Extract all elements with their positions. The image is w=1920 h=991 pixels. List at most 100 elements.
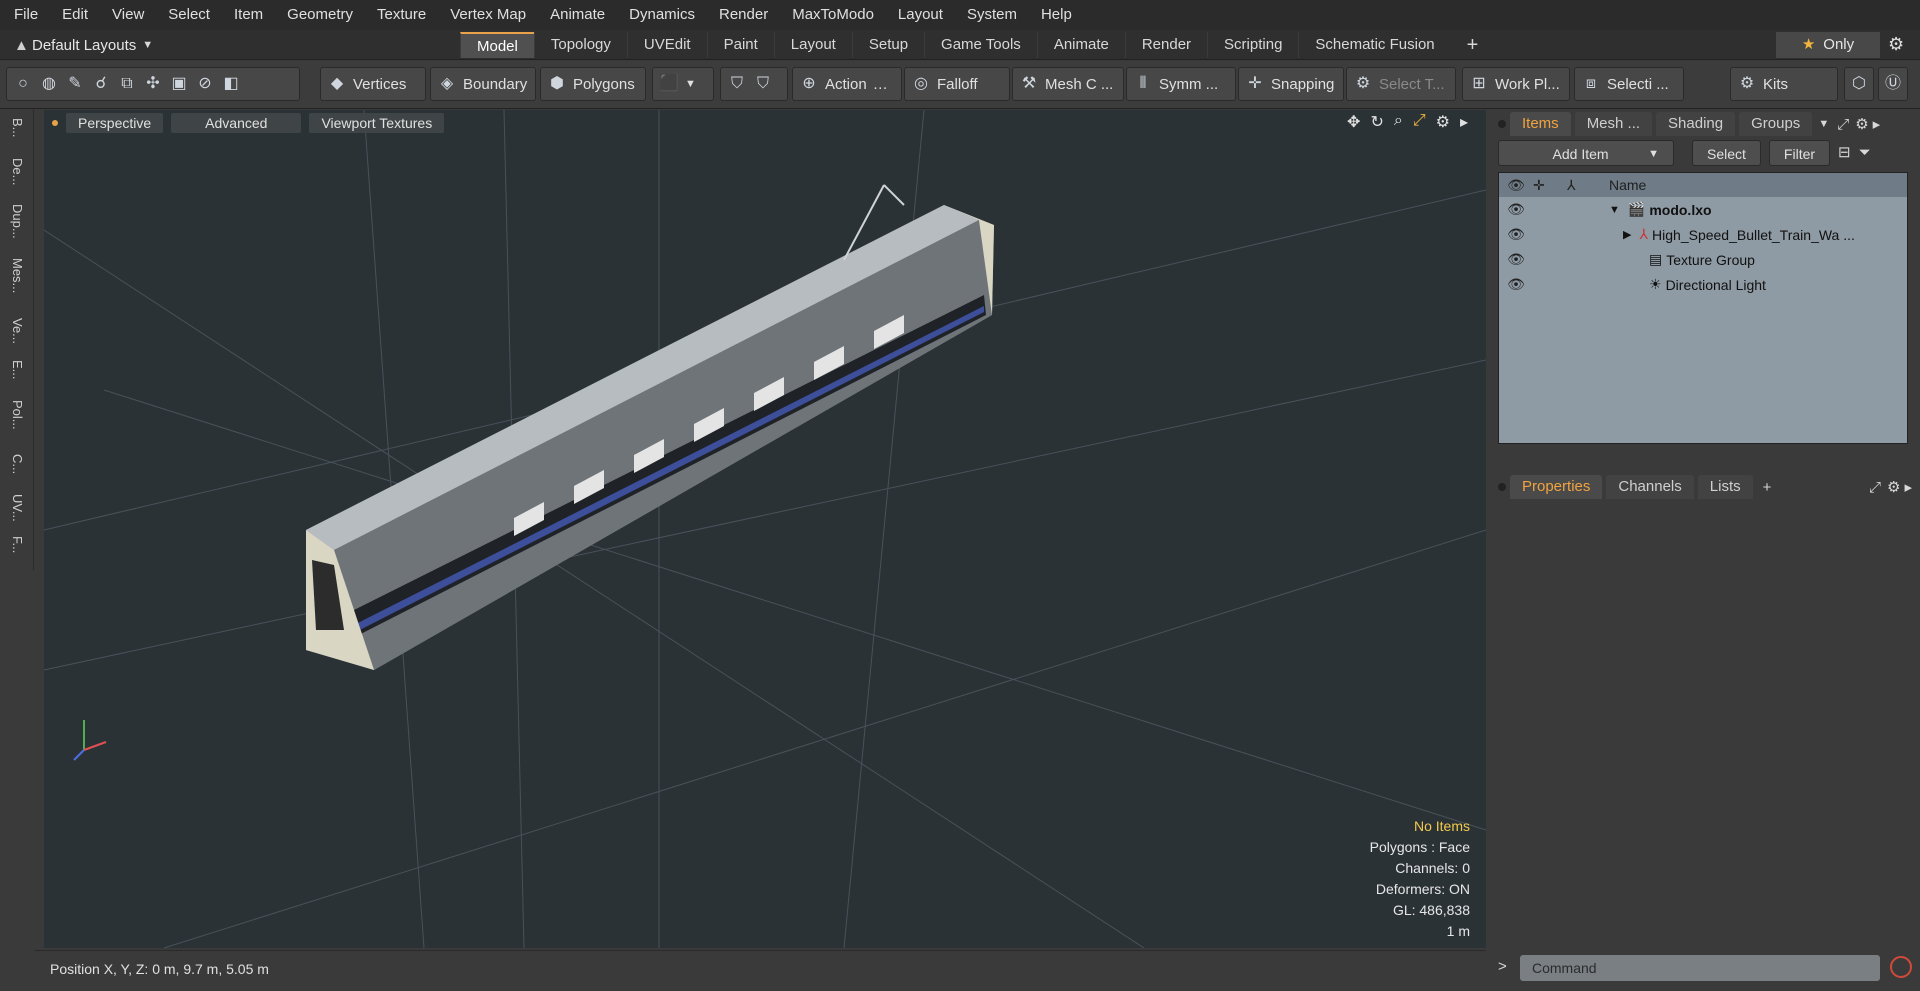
expand-arrow-icon[interactable]: ▼ (1609, 204, 1620, 216)
polygons-button[interactable]: ⬢ Polygons (540, 67, 646, 101)
vtab-uv[interactable]: UV... (6, 494, 28, 522)
globe-icon[interactable]: ◍ (39, 74, 59, 94)
symmetry-shield-group[interactable]: ⛉ ⛉ (720, 67, 788, 101)
item-list[interactable]: 👁 ✛ ⅄ Name 👁 ▼ 🎬 modo.lxo 👁 ▶ ⅄ High_Spe… (1498, 172, 1908, 444)
transform-icon[interactable]: ✣ (143, 74, 163, 94)
zoom-icon[interactable]: ⌕ (1394, 112, 1403, 132)
tab-layout[interactable]: Layout (773, 32, 852, 58)
kits-button[interactable]: ⚙ Kits (1730, 67, 1838, 101)
add-tab-icon[interactable]: + (1451, 32, 1495, 58)
command-input[interactable]: Command (1520, 955, 1880, 981)
eye-icon[interactable]: 👁 (1499, 251, 1533, 268)
lasso-icon[interactable]: ☌ (91, 74, 111, 94)
vtab-mesh-edit[interactable]: Mes... (6, 258, 28, 293)
eye-icon[interactable]: 👁 (1499, 177, 1533, 194)
link-icon[interactable]: ⧉ (117, 74, 137, 94)
tab-mesh[interactable]: Mesh ... (1574, 112, 1653, 136)
action-center-button[interactable]: ⊕ Action… (792, 67, 902, 101)
add-item-button[interactable]: Add Item ▼ (1498, 140, 1674, 166)
menu-select[interactable]: Select (154, 0, 220, 30)
layouts-dropdown[interactable]: ▲ Default Layouts ▼ (8, 30, 153, 60)
maximize-icon[interactable]: ⤢ (1413, 112, 1426, 132)
vtab-polygon[interactable]: Pol... (6, 400, 28, 430)
frame-icon[interactable]: ▣ (169, 74, 189, 94)
list-item[interactable]: 👁 ☀ Directional Light (1499, 272, 1907, 297)
list-item[interactable]: 👁 ▤ Texture Group (1499, 247, 1907, 272)
tab-uvedit[interactable]: UVEdit (626, 32, 707, 58)
tab-game-tools[interactable]: Game Tools (924, 32, 1037, 58)
move-view-icon[interactable]: ✥ (1347, 112, 1360, 132)
3d-viewport[interactable]: Perspective Advanced Viewport Textures ✥… (44, 110, 1486, 948)
menu-geometry[interactable]: Geometry (273, 0, 363, 30)
up-arrow-icon[interactable]: ▲ (14, 37, 29, 54)
tab-setup[interactable]: Setup (851, 32, 924, 58)
selection-sets-button[interactable]: ⧈ Selecti ... (1574, 67, 1684, 101)
menu-maxtomodo[interactable]: MaxToModo (778, 0, 884, 30)
tab-paint[interactable]: Paint (706, 32, 774, 58)
falloff-button[interactable]: ◎ Falloff (904, 67, 1010, 101)
menu-view[interactable]: View (98, 0, 154, 30)
cube-logo-button[interactable]: ⬡ (1844, 67, 1874, 101)
axis-column-icon[interactable]: ⅄ (1567, 177, 1601, 194)
eye-icon[interactable]: 👁 (1499, 226, 1533, 243)
funnel-icon[interactable]: ⏷ (1859, 140, 1871, 166)
vtab-duplicate[interactable]: Dup... (6, 204, 28, 239)
boundary-button[interactable]: ◈ Boundary (430, 67, 536, 101)
slash-circle-icon[interactable]: ⊘ (195, 74, 215, 94)
cube-icon[interactable]: ◧ (221, 74, 241, 94)
unreal-button[interactable]: Ⓤ (1878, 67, 1908, 101)
menu-vertex-map[interactable]: Vertex Map (436, 0, 536, 30)
circle-select-icon[interactable]: ○ (13, 74, 33, 94)
list-item[interactable]: 👁 ▼ 🎬 modo.lxo (1499, 197, 1907, 222)
gear-icon[interactable]: ⚙ (1888, 34, 1904, 55)
tab-shading[interactable]: Shading (1656, 112, 1736, 136)
gear-icon[interactable]: ⚙ (1855, 115, 1868, 133)
tab-properties[interactable]: Properties (1510, 475, 1603, 499)
menu-file[interactable]: File (0, 0, 48, 30)
pen-icon[interactable]: ✎ (65, 74, 85, 94)
advanced-dropdown[interactable]: Advanced (171, 113, 302, 133)
mesh-constraint-button[interactable]: ⚒ Mesh C ... (1012, 67, 1124, 101)
menu-dynamics[interactable]: Dynamics (615, 0, 705, 30)
collapse-icon[interactable]: ⊟ (1838, 140, 1851, 166)
vtab-edge[interactable]: E... (6, 360, 28, 380)
eye-icon[interactable]: 👁 (1499, 276, 1533, 293)
lock-column-icon[interactable]: ✛ (1533, 177, 1567, 194)
list-item[interactable]: 👁 ▶ ⅄ High_Speed_Bullet_Train_Wa ... (1499, 222, 1907, 247)
chevron-down-icon[interactable]: ▼ (1818, 118, 1829, 130)
panel-menu-dot[interactable] (1498, 483, 1506, 491)
expand-icon[interactable]: ⤢ (1869, 479, 1881, 496)
rotate-view-icon[interactable]: ↻ (1370, 112, 1383, 132)
play-arrow-icon[interactable]: ▸ (1873, 115, 1881, 133)
snapping-button[interactable]: ✛ Snapping (1238, 67, 1344, 101)
tab-groups[interactable]: Groups (1739, 112, 1813, 136)
vtab-deform[interactable]: De... (6, 158, 28, 185)
tab-scripting[interactable]: Scripting (1207, 32, 1298, 58)
tab-animate[interactable]: Animate (1036, 32, 1125, 58)
menu-animate[interactable]: Animate (536, 0, 615, 30)
menu-layout[interactable]: Layout (884, 0, 953, 30)
expand-arrow-icon[interactable]: ▶ (1623, 228, 1631, 241)
tab-render[interactable]: Render (1124, 32, 1207, 58)
symmetry-button[interactable]: ⫴ Symm ... (1126, 67, 1236, 101)
add-tab-icon[interactable]: + (1763, 479, 1772, 496)
eye-icon[interactable]: 👁 (1499, 201, 1533, 218)
gear-icon[interactable]: ⚙ (1436, 112, 1450, 132)
tab-lists[interactable]: Lists (1697, 475, 1753, 499)
name-column-header[interactable]: Name (1609, 177, 1646, 193)
item-mode-button[interactable]: ⬛ ▼ (652, 67, 714, 101)
vtab-fusion[interactable]: F... (6, 536, 28, 553)
workplane-button[interactable]: ⊞ Work Pl... (1462, 67, 1570, 101)
vtab-curve[interactable]: C... (6, 454, 28, 474)
tab-schematic-fusion[interactable]: Schematic Fusion (1298, 32, 1450, 58)
menu-item[interactable]: Item (220, 0, 273, 30)
viewport-menu-dot[interactable] (52, 120, 58, 126)
menu-edit[interactable]: Edit (48, 0, 98, 30)
command-history-arrow-icon[interactable]: > (1498, 958, 1507, 975)
vertices-button[interactable]: ◆ Vertices (320, 67, 426, 101)
record-icon[interactable] (1890, 956, 1912, 978)
select-through-button[interactable]: ⚙ Select T... (1346, 67, 1456, 101)
tab-channels[interactable]: Channels (1606, 475, 1694, 499)
tab-model[interactable]: Model (460, 32, 534, 58)
vtab-basic[interactable]: B... (6, 118, 28, 138)
